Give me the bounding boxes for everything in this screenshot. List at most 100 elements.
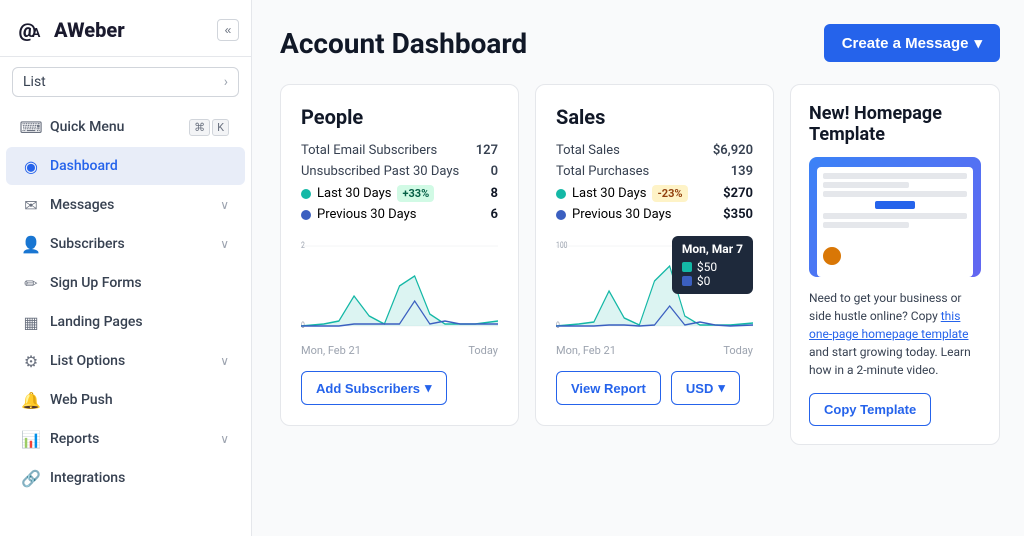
people-metric-label-0: Last 30 Days: [317, 186, 391, 201]
sales-metric-dot-1: [556, 210, 566, 220]
tooltip-swatch-blue: [682, 276, 692, 286]
sidebar-item-web-push[interactable]: 🔔 Web Push: [6, 381, 245, 419]
sales-chart: 100 0 Mon, Mar 7 $50 $0: [556, 236, 753, 336]
web-push-icon: 🔔: [22, 391, 40, 409]
sidebar-header: @ A AWeber «: [0, 0, 251, 57]
messages-arrow-icon: ∨: [220, 198, 229, 212]
create-message-button[interactable]: Create a Message ▾: [824, 24, 1000, 62]
tooltip-entry-0: $50: [682, 260, 743, 274]
people-card-title: People: [301, 105, 498, 129]
main-header: Account Dashboard Create a Message ▾: [280, 24, 1000, 62]
add-subscribers-arrow-icon: ▾: [425, 380, 432, 396]
template-card: New! Homepage Template Need to get your …: [790, 84, 1000, 445]
people-metric-row-1: Previous 30 Days 6: [301, 207, 498, 222]
collapse-sidebar-button[interactable]: «: [217, 19, 239, 41]
sales-stat-label-1: Total Purchases: [556, 164, 649, 179]
people-stat-row-0: Total Email Subscribers 127: [301, 143, 498, 158]
preview-bar-2: [823, 182, 909, 188]
tooltip-date: Mon, Mar 7: [682, 242, 743, 256]
list-options-arrow-icon: ∨: [220, 354, 229, 368]
sidebar-item-sign-up-forms[interactable]: ✏Sign Up Forms: [6, 264, 245, 302]
sales-stat-value-0: $6,920: [713, 143, 753, 158]
sidebar-item-subscribers[interactable]: 👤Subscribers∨: [6, 225, 245, 263]
list-options-icon: ⚙: [22, 352, 40, 370]
list-selector-label: List: [23, 74, 46, 90]
integrations-label: Integrations: [50, 470, 125, 486]
sidebar-item-reports[interactable]: 📊 Reports ∨: [6, 420, 245, 458]
usd-button[interactable]: USD ▾: [671, 371, 740, 405]
sidebar-item-quick-menu[interactable]: ⌨Quick Menu⌘K: [6, 108, 245, 146]
preview-bar-5: [823, 222, 909, 228]
web-push-label: Web Push: [50, 392, 113, 408]
sales-chart-tooltip: Mon, Mar 7 $50 $0: [672, 236, 753, 294]
dashboard-icon: ◉: [22, 157, 40, 175]
main-content: Account Dashboard Create a Message ▾ Peo…: [252, 0, 1024, 536]
tooltip-value-0: $50: [697, 260, 717, 274]
list-selector[interactable]: List ›: [12, 67, 239, 97]
sidebar-item-landing-pages[interactable]: ▦ Landing Pages: [6, 303, 245, 341]
sidebar-item-dashboard[interactable]: ◉Dashboard: [6, 147, 245, 185]
tooltip-swatch-teal: [682, 262, 692, 272]
sales-chart-x-start: Mon, Feb 21: [556, 344, 616, 357]
messages-icon: ✉: [22, 196, 40, 214]
reports-arrow-icon: ∨: [220, 432, 229, 446]
sidebar-item-integrations[interactable]: 🔗 Integrations: [6, 459, 245, 497]
people-metric-value-0: 8: [491, 186, 498, 201]
template-card-footer: Copy Template: [809, 393, 981, 426]
landing-pages-icon: ▦: [22, 313, 40, 331]
sales-chart-xaxis: Mon, Feb 21 Today: [556, 344, 753, 357]
svg-text:A: A: [32, 26, 41, 41]
reports-icon: 📊: [22, 430, 40, 448]
logo-area: @ A AWeber: [16, 14, 125, 46]
template-card-preview: [809, 157, 981, 277]
sales-metric-label-0: Last 30 Days: [572, 186, 646, 201]
list-options-label: List Options: [50, 353, 125, 369]
preview-bar-4: [823, 213, 967, 219]
sales-metric-row-1: Previous 30 Days $350: [556, 207, 753, 222]
aweber-logo: @ A: [16, 14, 48, 46]
sidebar-item-messages[interactable]: ✉ Messages ∨: [6, 186, 245, 224]
copy-template-label: Copy Template: [824, 402, 916, 417]
logo-text: AWeber: [54, 18, 125, 42]
sales-metric-row-0: Last 30 Days -23% $270: [556, 185, 753, 202]
nav-list: ⌨Quick Menu⌘K◉Dashboard✉Messages∨👤Subscr…: [0, 107, 251, 498]
reports-label: Reports: [50, 431, 99, 447]
people-metric-badge-0: +33%: [397, 185, 434, 202]
sales-metric-value-1: $350: [723, 207, 753, 222]
people-stat-label-1: Unsubscribed Past 30 Days: [301, 164, 459, 179]
people-metric-dot-1: [301, 210, 311, 220]
tooltip-entry-1: $0: [682, 274, 743, 288]
svg-text:2: 2: [301, 240, 305, 250]
sidebar-item-list-options[interactable]: ⚙ List Options ∨: [6, 342, 245, 380]
messages-label: Messages: [50, 197, 114, 213]
people-chart: 2 0: [301, 236, 498, 336]
copy-template-button[interactable]: Copy Template: [809, 393, 931, 426]
people-metric-value-1: 6: [491, 207, 498, 222]
template-desc-after: and start growing today. Learn how in a …: [809, 345, 971, 377]
quick-menu-label: Quick Menu: [50, 119, 124, 135]
sales-card: Sales Total Sales $6,920 Total Purchases…: [535, 84, 774, 426]
sales-card-title: Sales: [556, 105, 753, 129]
people-stat-value-0: 127: [476, 143, 498, 158]
integrations-icon: 🔗: [22, 469, 40, 487]
people-chart-x-end: Today: [468, 344, 498, 357]
subscribers-label: Subscribers: [50, 236, 125, 252]
view-report-button[interactable]: View Report: [556, 371, 661, 405]
sales-metric-dot-0: [556, 189, 566, 199]
people-stat-value-1: 0: [491, 164, 498, 179]
template-desc-before: Need to get your business or side hustle…: [809, 291, 961, 323]
quick-menu-icon: ⌨: [22, 118, 40, 136]
create-message-arrow-icon: ▾: [974, 34, 982, 52]
sales-stat-value-1: 139: [731, 164, 753, 179]
landing-pages-label: Landing Pages: [50, 314, 143, 330]
sales-card-footer: View Report USD ▾: [556, 371, 753, 405]
cards-row: People Total Email Subscribers 127 Unsub…: [280, 84, 1000, 445]
people-metric-dot-0: [301, 189, 311, 199]
people-card: People Total Email Subscribers 127 Unsub…: [280, 84, 519, 426]
subscribers-icon: 👤: [22, 235, 40, 253]
preview-bar-3: [823, 191, 967, 197]
sales-metric-badge-0: -23%: [652, 185, 687, 202]
add-subscribers-button[interactable]: Add Subscribers ▾: [301, 371, 447, 405]
people-chart-xaxis: Mon, Feb 21 Today: [301, 344, 498, 357]
sidebar: @ A AWeber « List › ⌨Quick Menu⌘K◉Dashbo…: [0, 0, 252, 536]
